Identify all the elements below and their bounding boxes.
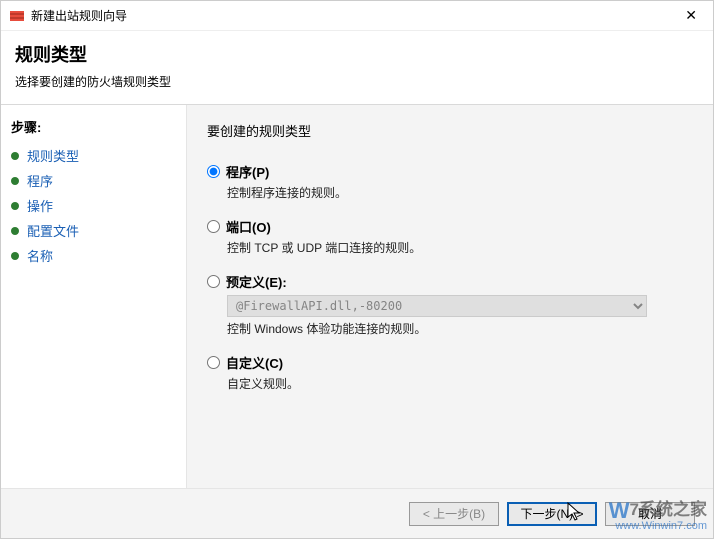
window-title: 新建出站规则向导 [31, 7, 677, 24]
option-label[interactable]: 自定义(C) [226, 353, 283, 372]
steps-heading: 步骤: [11, 117, 176, 136]
radio-custom[interactable] [207, 356, 220, 369]
option-desc: 控制程序连接的规则。 [227, 184, 693, 201]
option-port: 端口(O) 控制 TCP 或 UDP 端口连接的规则。 [207, 217, 693, 256]
titlebar: 新建出站规则向导 ✕ [1, 1, 713, 31]
step-bullet-icon [11, 252, 19, 260]
step-link[interactable]: 程序 [27, 171, 53, 190]
wizard-body: 步骤: 规则类型 程序 操作 配置文件 名称 要创建的规则类型 程序(P) [1, 105, 713, 500]
step-bullet-icon [11, 202, 19, 210]
step-program[interactable]: 程序 [11, 171, 176, 190]
steps-sidebar: 步骤: 规则类型 程序 操作 配置文件 名称 [1, 105, 186, 500]
cancel-button[interactable]: 取消 [605, 502, 695, 526]
wizard-header: 规则类型 选择要创建的防火墙规则类型 [1, 31, 713, 105]
firewall-icon [9, 8, 25, 24]
radio-port[interactable] [207, 220, 220, 233]
option-desc: 控制 Windows 体验功能连接的规则。 [227, 320, 693, 337]
option-custom: 自定义(C) 自定义规则。 [207, 353, 693, 392]
page-title: 规则类型 [15, 41, 699, 67]
next-button[interactable]: 下一步(N) > [507, 502, 597, 526]
step-name[interactable]: 名称 [11, 246, 176, 265]
step-profile[interactable]: 配置文件 [11, 221, 176, 240]
step-link[interactable]: 配置文件 [27, 221, 79, 240]
close-button[interactable]: ✕ [677, 7, 705, 24]
option-desc: 控制 TCP 或 UDP 端口连接的规则。 [227, 239, 693, 256]
step-link[interactable]: 操作 [27, 196, 53, 215]
radio-program[interactable] [207, 165, 220, 178]
option-program: 程序(P) 控制程序连接的规则。 [207, 162, 693, 201]
option-label[interactable]: 预定义(E): [226, 272, 287, 291]
option-desc: 自定义规则。 [227, 375, 693, 392]
wizard-content: 要创建的规则类型 程序(P) 控制程序连接的规则。 端口(O) 控制 TCP 或… [186, 105, 713, 500]
content-prompt: 要创建的规则类型 [207, 121, 693, 140]
step-link[interactable]: 规则类型 [27, 146, 79, 165]
radio-predefined[interactable] [207, 275, 220, 288]
wizard-footer: < 上一步(B) 下一步(N) > 取消 [1, 488, 713, 538]
option-predefined: 预定义(E): @FirewallAPI.dll,-80200 控制 Windo… [207, 272, 693, 337]
option-label[interactable]: 程序(P) [226, 162, 269, 181]
step-rule-type[interactable]: 规则类型 [11, 146, 176, 165]
step-bullet-icon [11, 227, 19, 235]
step-action[interactable]: 操作 [11, 196, 176, 215]
page-subtitle: 选择要创建的防火墙规则类型 [15, 73, 699, 90]
predefined-dropdown: @FirewallAPI.dll,-80200 [227, 295, 647, 317]
step-link[interactable]: 名称 [27, 246, 53, 265]
step-bullet-icon [11, 152, 19, 160]
option-label[interactable]: 端口(O) [226, 217, 271, 236]
back-button: < 上一步(B) [409, 502, 499, 526]
step-bullet-icon [11, 177, 19, 185]
